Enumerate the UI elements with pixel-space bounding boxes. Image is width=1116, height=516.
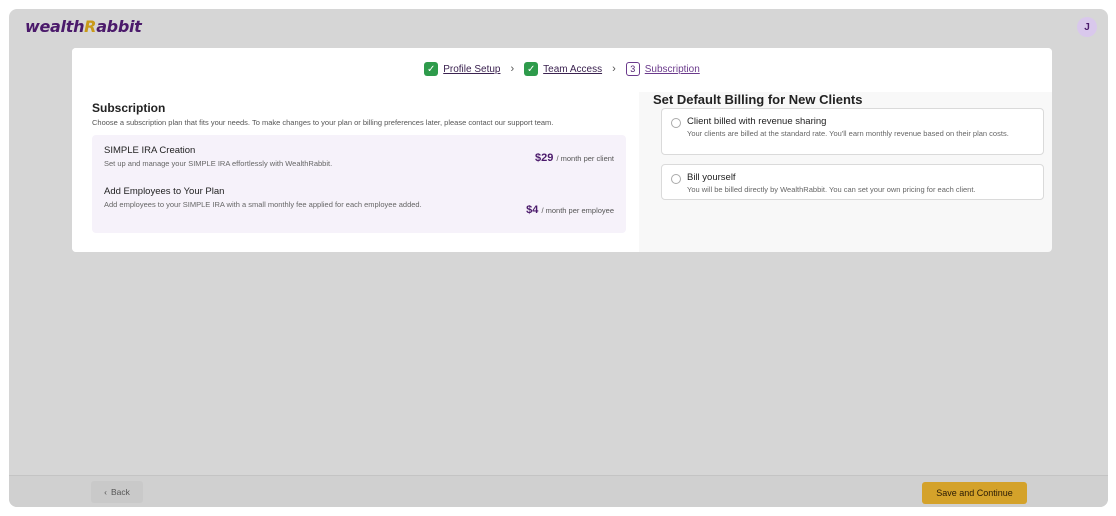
price-amount: $4 [526, 204, 539, 216]
onboarding-card: ✓ Profile Setup › ✓ Team Access › 3 Subs… [72, 48, 1052, 252]
check-icon: ✓ [424, 62, 439, 76]
plan-list: SIMPLE IRA Creation Set up and manage yo… [92, 135, 626, 233]
option-title: Bill yourself [687, 172, 736, 183]
back-label: Back [110, 487, 130, 497]
price-unit: / month per employee [541, 206, 614, 215]
step-team-access[interactable]: ✓ Team Access [524, 62, 602, 76]
logo-text-r: R [84, 17, 97, 36]
plan-description: Set up and manage your SIMPLE IRA effort… [104, 159, 333, 168]
step-subscription[interactable]: 3 Subscription [625, 62, 700, 76]
subscription-title: Subscription [92, 101, 166, 115]
plan-price: $29 / month per client [535, 152, 614, 164]
price-unit: / month per client [556, 154, 614, 163]
option-description: Your clients are billed at the standard … [687, 129, 1009, 138]
plan-name: Add Employees to Your Plan [104, 186, 225, 197]
top-header: wealthRabbit J [9, 9, 1108, 45]
plan-price: $4 / month per employee [526, 204, 614, 216]
app-window: wealthRabbit J ✓ Profile Setup › ✓ Team … [9, 9, 1108, 507]
billing-option-revenue-sharing[interactable]: Client billed with revenue sharing Your … [661, 108, 1044, 155]
step-profile-setup[interactable]: ✓ Profile Setup [424, 62, 500, 76]
stepper: ✓ Profile Setup › ✓ Team Access › 3 Subs… [72, 62, 1052, 76]
footer-bar: ‹ Back Save and Continue [9, 475, 1108, 507]
plan-name: SIMPLE IRA Creation [104, 145, 196, 156]
radio-button[interactable] [671, 174, 681, 184]
chevron-left-icon: ‹ [104, 487, 107, 497]
plan-description: Add employees to your SIMPLE IRA with a … [104, 200, 422, 209]
subscription-description: Choose a subscription plan that fits you… [92, 118, 554, 127]
radio-button[interactable] [671, 118, 681, 128]
logo-text-tail: abbit [96, 17, 142, 36]
back-button[interactable]: ‹ Back [91, 481, 143, 503]
option-title: Client billed with revenue sharing [687, 116, 827, 127]
check-icon: ✓ [524, 62, 539, 76]
step-label[interactable]: Subscription [645, 64, 700, 75]
chevron-right-icon: › [612, 63, 616, 75]
wealthrabbit-logo[interactable]: wealthRabbit [25, 17, 142, 36]
save-and-continue-button[interactable]: Save and Continue [922, 482, 1027, 504]
option-description: You will be billed directly by WealthRab… [687, 185, 976, 194]
billing-option-bill-yourself[interactable]: Bill yourself You will be billed directl… [661, 164, 1044, 200]
step-label[interactable]: Team Access [543, 64, 602, 75]
step-label[interactable]: Profile Setup [443, 64, 500, 75]
price-amount: $29 [535, 152, 554, 164]
logo-text-main: wealth [25, 17, 85, 36]
step-number: 3 [625, 62, 640, 76]
billing-title: Set Default Billing for New Clients [653, 92, 863, 107]
user-avatar[interactable]: J [1077, 17, 1097, 37]
chevron-right-icon: › [510, 63, 515, 75]
